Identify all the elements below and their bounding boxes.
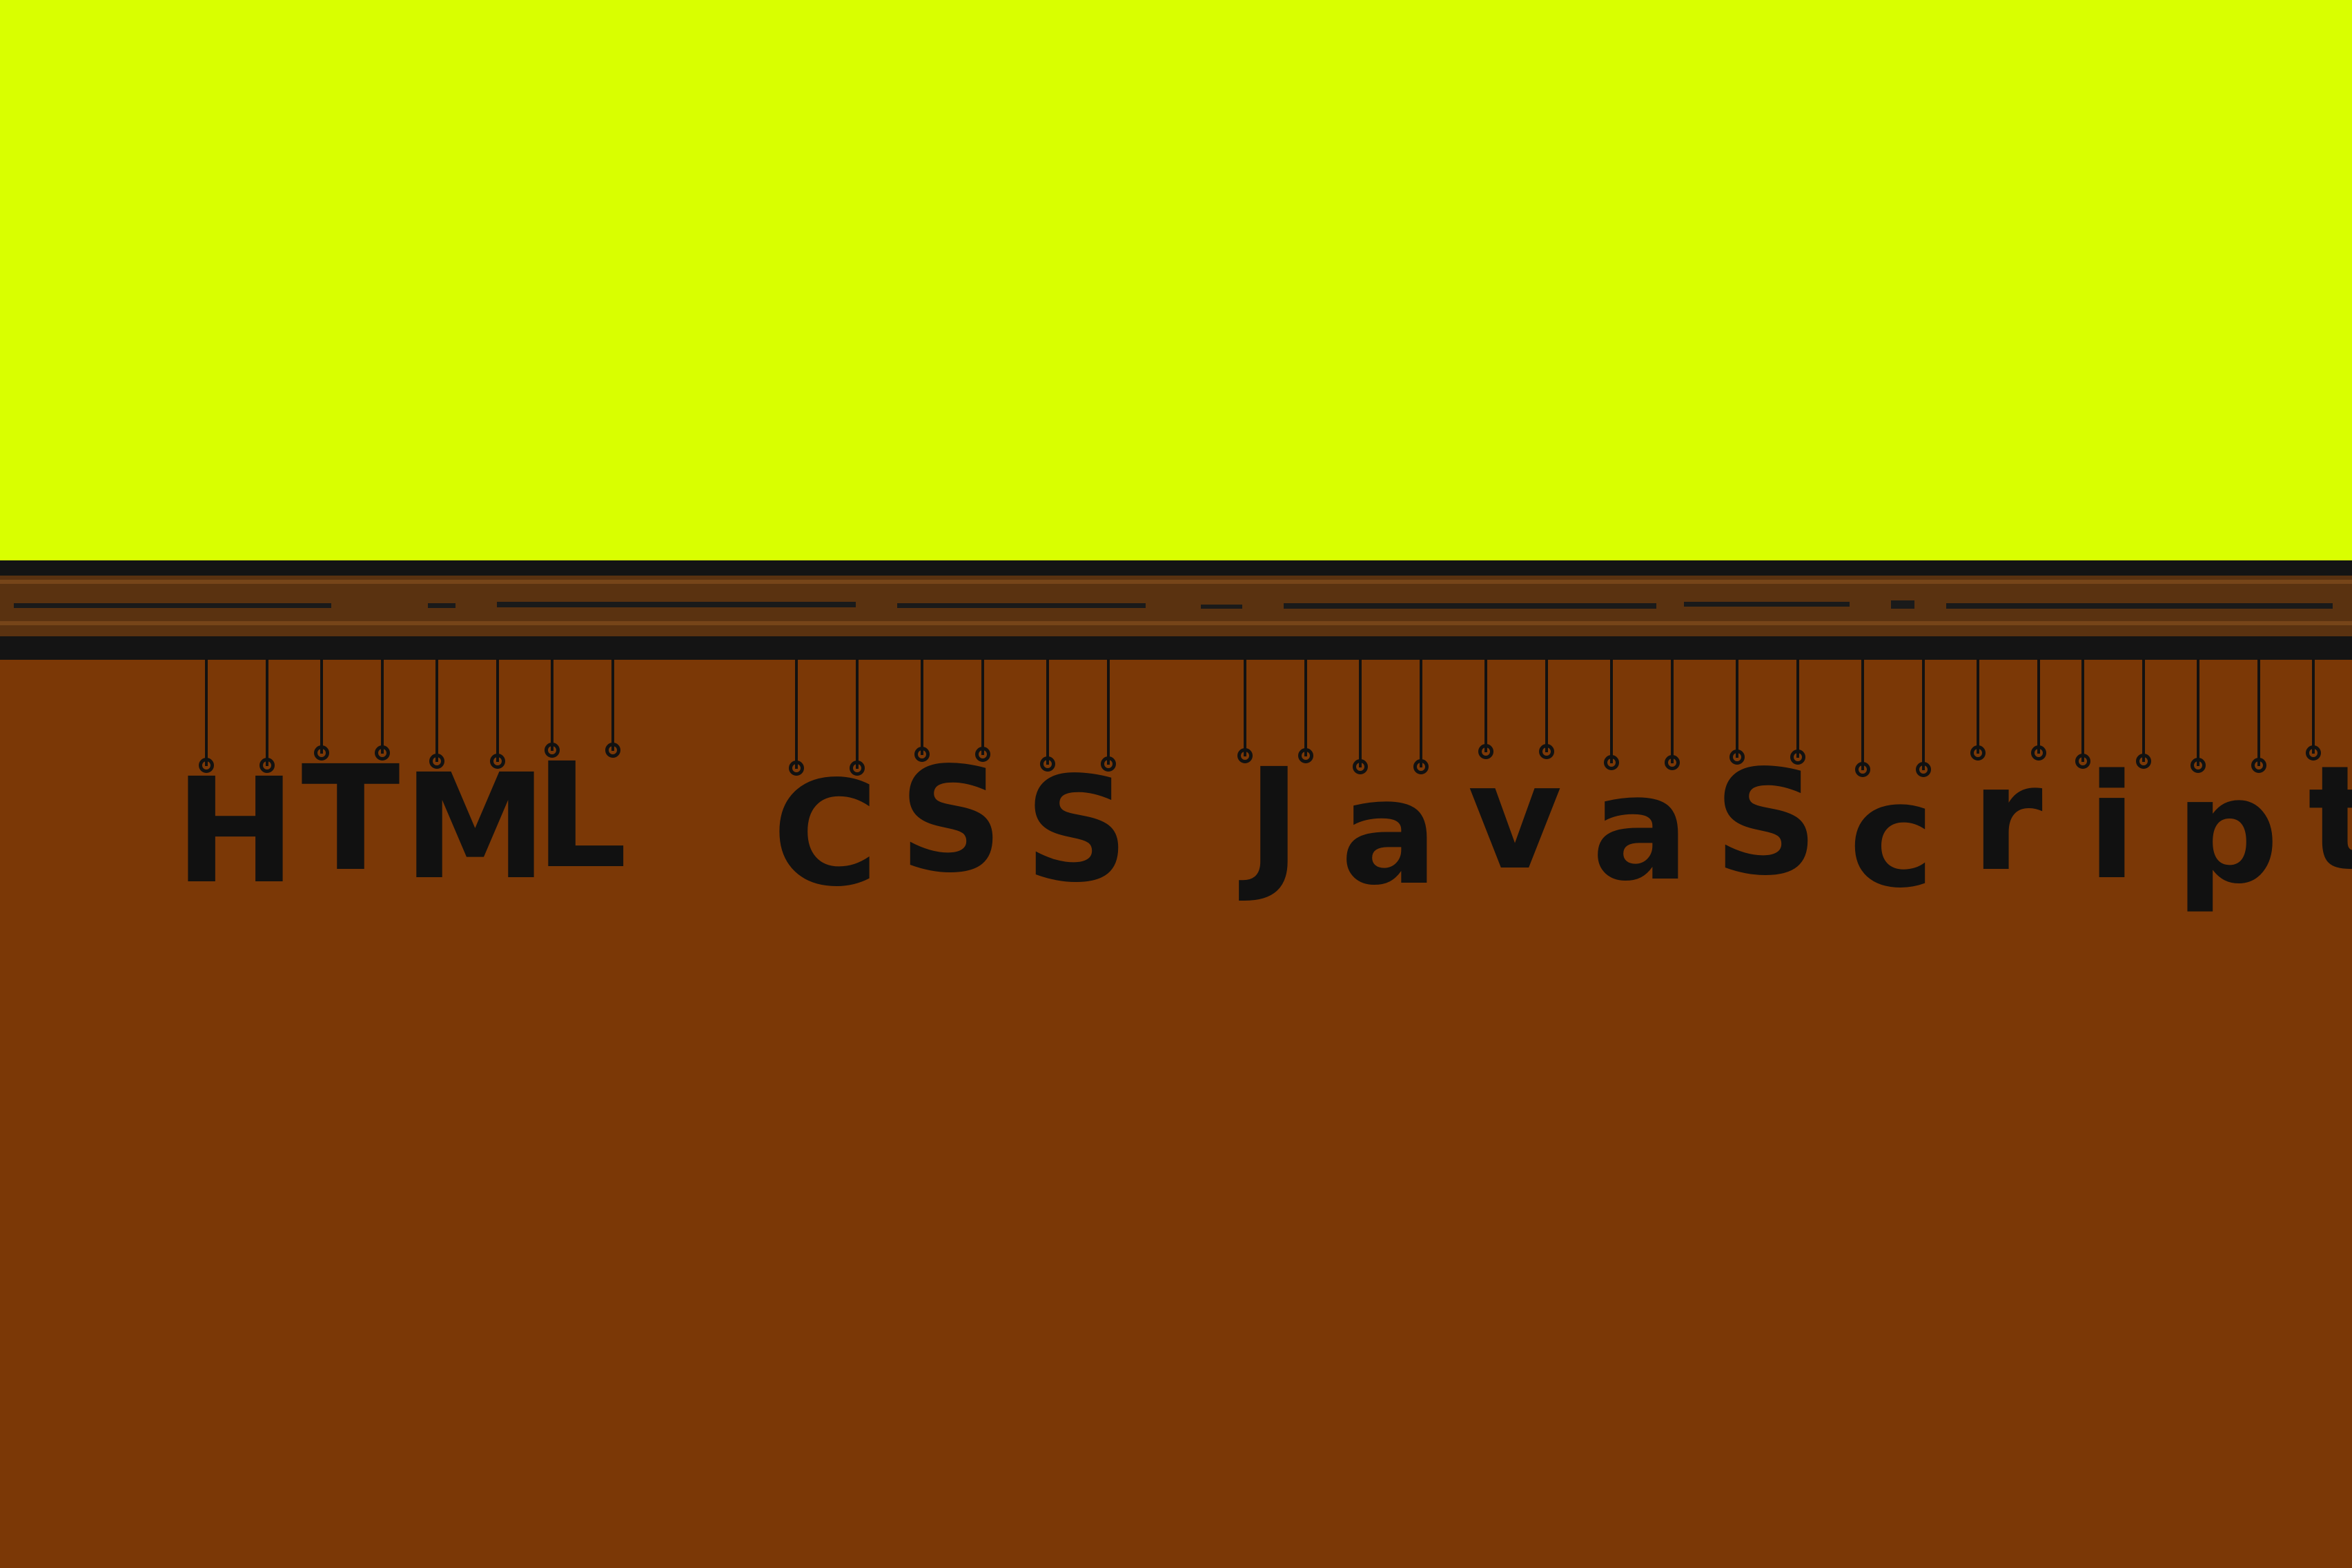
hanging-letter: a (1591, 744, 1689, 913)
hanging-string (2081, 659, 2084, 762)
hanging-letter: C (772, 749, 879, 919)
hanging-letter: J (1246, 737, 1302, 906)
hanging-letters-banner: HTML CSS JavaScript HTMLCSSJavaScript (0, 0, 2352, 1568)
hanging-letter: L (535, 732, 627, 901)
hanging-letter: i (2087, 743, 2137, 912)
hanging-letter: c (1848, 751, 1935, 920)
hanging-letter: T (301, 734, 400, 903)
hanging-string (2142, 659, 2145, 762)
hanging-letter: S (899, 736, 1003, 905)
hanging-letter: p (2175, 747, 2280, 916)
hanging-letter: r (1971, 734, 2043, 903)
hanging-letter: M (403, 743, 547, 912)
hanging-string (1244, 659, 1246, 756)
banner-text: HTML CSS JavaScript (0, 0, 1, 1)
hanging-letter: H (175, 747, 296, 916)
hanging-letter: S (1714, 738, 1819, 908)
hanging-string (1304, 659, 1307, 756)
hanging-letter: a (1340, 748, 1438, 917)
illustration-canvas: HTML CSS JavaScript HTMLCSSJavaScript (0, 0, 2352, 1568)
hanging-letter: v (1467, 733, 1562, 902)
hanging-letter: t (2307, 734, 2352, 903)
hanging-letter: S (1024, 745, 1129, 914)
